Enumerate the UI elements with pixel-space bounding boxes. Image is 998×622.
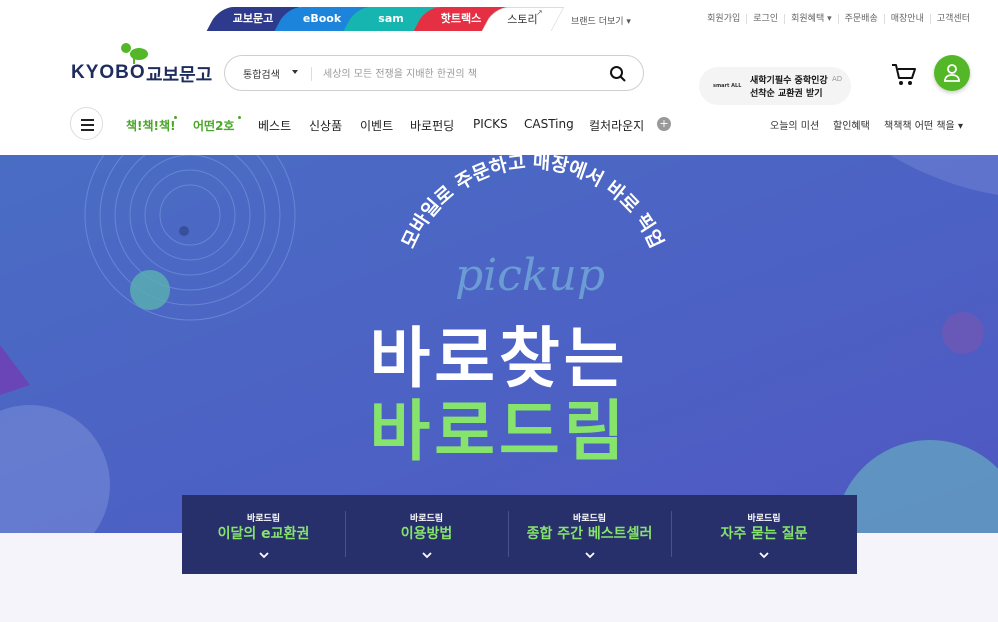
tab-label: 자주 묻는 질문 (720, 526, 808, 542)
hero-tabs: 바로드림 이달의 e교환권 바로드림 이용방법 바로드림 종합 주간 베스트셀러… (182, 495, 857, 574)
top-link-support[interactable]: 고객센터 (931, 14, 976, 24)
external-link-icon: ↗ (536, 8, 543, 17)
nav-eotteon[interactable]: 어떤2호 (193, 117, 234, 134)
user-button[interactable] (934, 55, 970, 91)
top-strip: 교보문고 eBook sam 핫트랙스 스토리 ↗ 브랜드 더보기 ▾ 회원가입… (0, 0, 998, 32)
chevron-down-icon (584, 552, 595, 559)
search-input[interactable] (323, 64, 593, 84)
chevron-down-icon (759, 552, 769, 559)
new-dot (238, 116, 241, 119)
search-scope-select[interactable]: 통합검색 (243, 66, 280, 81)
nav-mission[interactable]: 오늘의 미션 (770, 117, 819, 132)
chevron-down-icon (421, 552, 432, 559)
promo-line1: 새학기필수 중학인강 (750, 76, 828, 86)
top-link-benefits[interactable]: 회원혜택 ▾ (785, 14, 839, 24)
nav-casting[interactable]: CASTing (524, 117, 574, 131)
promo-banner[interactable]: smart ALL 새학기필수 중학인강 선착순 교환권 받기 AD (699, 67, 851, 105)
cart-icon[interactable] (890, 62, 918, 88)
hamburger-icon (81, 119, 94, 121)
menu-button[interactable] (70, 107, 103, 140)
tab-label: 이달의 e교환권 (217, 526, 310, 542)
hero-tab-faq[interactable]: 바로드림 자주 묻는 질문 (671, 495, 857, 574)
nav-recommend[interactable]: 책책책 어떤 책을 ▾ (884, 117, 963, 132)
svg-text:모바일로 주문하고 매장에서 바로 픽업: 모바일로 주문하고 매장에서 바로 픽업 (398, 155, 668, 252)
top-link-orders[interactable]: 주문배송 (839, 14, 885, 24)
site-tab-story[interactable]: 스토리 (481, 7, 565, 31)
nav-discount[interactable]: 할인혜택 (833, 117, 870, 132)
plus-icon[interactable]: + (657, 117, 671, 131)
chevron-down-icon (258, 552, 269, 559)
top-link-signup[interactable]: 회원가입 (701, 14, 748, 24)
chevron-down-icon (292, 70, 298, 74)
hamburger-line (81, 124, 94, 126)
logo[interactable]: KYOBO (71, 62, 146, 84)
logo-korean[interactable]: 교보문고 (146, 61, 212, 87)
nav-chaek[interactable]: 책!책!책! (126, 117, 176, 134)
hero-tab-eticket[interactable]: 바로드림 이달의 e교환권 (182, 495, 345, 574)
top-link-login[interactable]: 로그인 (747, 14, 786, 24)
top-links: 회원가입 로그인 회원혜택 ▾ 주문배송 매장안내 고객센터 (701, 7, 976, 31)
tab-label: 이용방법 (400, 526, 453, 542)
hamburger-line (81, 129, 94, 131)
hero-tab-bestseller[interactable]: 바로드림 종합 주간 베스트셀러 (508, 495, 671, 574)
new-dot (174, 116, 177, 119)
brand-more[interactable]: 브랜드 더보기 ▾ (571, 14, 631, 27)
top-link-stores[interactable]: 매장안내 (885, 14, 931, 24)
nav-new[interactable]: 신상품 (309, 117, 342, 134)
nav-picks[interactable]: PICKS (473, 117, 508, 131)
nav-funding[interactable]: 바로펀딩 (410, 117, 454, 134)
promo-brand: smart ALL (713, 83, 742, 89)
search-icon[interactable] (609, 65, 627, 87)
user-icon (944, 64, 960, 82)
nav-event[interactable]: 이벤트 (360, 117, 393, 134)
search-bar: 통합검색 (224, 55, 644, 91)
hero-title-2: 바로드림 (369, 393, 629, 470)
ad-badge: AD (832, 75, 843, 83)
nav-culture[interactable]: 컬처라운지 (589, 117, 644, 134)
tab-label: 종합 주간 베스트셀러 (526, 526, 653, 542)
hero-tab-howto[interactable]: 바로드림 이용방법 (345, 495, 508, 574)
nav-best[interactable]: 베스트 (258, 117, 291, 134)
promo-line2: 선착순 교환권 받기 (750, 89, 823, 99)
divider (311, 67, 312, 81)
pickup-script: pickup (455, 250, 606, 301)
